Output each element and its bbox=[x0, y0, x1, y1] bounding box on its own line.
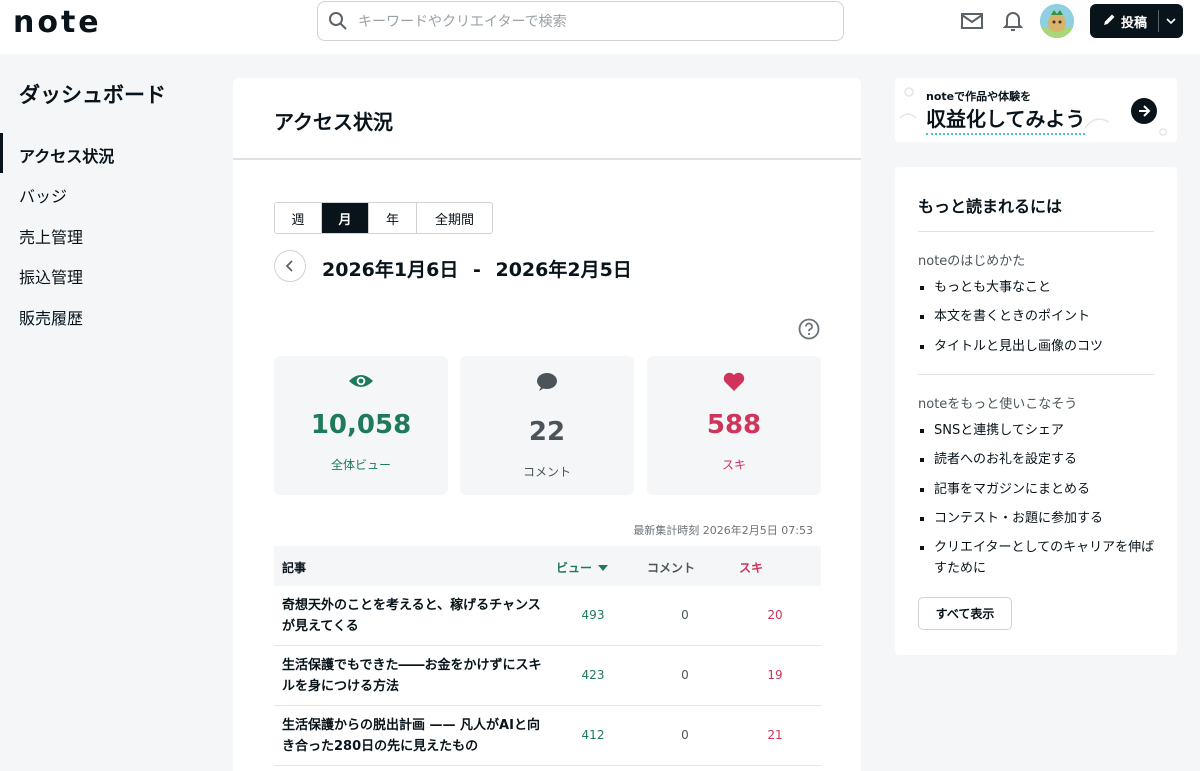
prev-period-button[interactable] bbox=[274, 250, 306, 282]
article-title[interactable]: 生活保護からの脱出計画 —— 凡人がAIと向き合った280日の先に見えたもの bbox=[282, 715, 544, 757]
sidebar-item-badge[interactable]: バッジ bbox=[19, 183, 67, 207]
comments-label: コメント bbox=[522, 465, 571, 479]
search-icon bbox=[318, 2, 358, 40]
col-article: 記事 bbox=[282, 561, 307, 575]
bell-icon[interactable] bbox=[1000, 8, 1026, 34]
table-row[interactable]: 奇想天外のことを考えると、稼げるチャンスが見えてくる 493 0 20 bbox=[274, 586, 821, 646]
section-getting-started: noteのはじめかた bbox=[918, 254, 1026, 269]
help-link[interactable]: 記事をマガジンにまとめる bbox=[918, 479, 1158, 500]
post-button[interactable]: 投稿 bbox=[1090, 4, 1183, 38]
article-likes: 20 bbox=[767, 608, 783, 622]
active-indicator bbox=[0, 133, 3, 173]
help-title: もっと読まれるには bbox=[918, 197, 1063, 216]
comment-icon bbox=[460, 372, 634, 392]
table-header: 記事 ビュー コメント スキ bbox=[274, 546, 821, 586]
dashboard-title: ダッシュボード bbox=[19, 83, 166, 107]
read-more-card: もっと読まれるには noteのはじめかた もっとも大事なこと 本文を書くときのポ… bbox=[895, 167, 1177, 655]
show-all-button[interactable]: すべて表示 bbox=[918, 597, 1012, 630]
chevron-left-icon bbox=[285, 260, 293, 272]
section-master: noteをもっと使いこなそう bbox=[918, 397, 1078, 412]
banner-small: noteで作品や体験を bbox=[926, 90, 1032, 103]
article-title[interactable]: 生活保護でもできた――お金をかけずにスキルを身につける方法 bbox=[282, 655, 544, 697]
help-link[interactable]: 本文を書くときのポイント bbox=[918, 306, 1158, 327]
col-comments[interactable]: コメント bbox=[647, 559, 695, 576]
banner-title: 収益化してみよう bbox=[926, 103, 1086, 135]
period-tabs: 週 月 年 全期間 bbox=[274, 202, 493, 234]
divider bbox=[233, 158, 861, 160]
help-link[interactable]: 読者へのお礼を設定する bbox=[918, 449, 1158, 470]
help-link[interactable]: コンテスト・お題に参加する bbox=[918, 508, 1158, 529]
access-card: アクセス状況 週 月 年 全期間 2026年1月6日 - 2026年2月5日 1… bbox=[233, 78, 861, 771]
post-label: 投稿 bbox=[1121, 15, 1148, 31]
sidebar-item-transfer[interactable]: 振込管理 bbox=[19, 264, 83, 288]
col-likes[interactable]: スキ bbox=[739, 559, 763, 576]
search-placeholder: キーワードやクリエイターで検索 bbox=[358, 14, 567, 30]
sidebar-item-history[interactable]: 販売履歴 bbox=[19, 305, 83, 329]
arrow-right-icon[interactable] bbox=[1131, 98, 1157, 124]
article-title[interactable]: 奇想天外のことを考えると、稼げるチャンスが見えてくる bbox=[282, 595, 544, 637]
help-link[interactable]: クリエイターとしてのキャリアを伸ばすために bbox=[918, 537, 1158, 579]
eye-icon bbox=[274, 372, 448, 390]
page-title: アクセス状況 bbox=[274, 110, 393, 134]
table-row[interactable]: 生活保護でもできた――お金をかけずにスキルを身につける方法 423 0 19 bbox=[274, 646, 821, 706]
heart-icon bbox=[647, 372, 821, 392]
updated-time: 最新集計時刻 2026年2月5日 07:53 bbox=[633, 524, 813, 537]
date-separator: - bbox=[472, 259, 481, 281]
article-likes: 19 bbox=[767, 668, 783, 682]
help-link[interactable]: タイトルと見出し画像のコツ bbox=[918, 336, 1158, 357]
top-header: note キーワードやクリエイターで検索 投稿 bbox=[0, 0, 1200, 54]
help-icon[interactable] bbox=[798, 318, 820, 340]
date-to: 2026年2月5日 bbox=[495, 259, 632, 281]
pencil-icon bbox=[1103, 13, 1116, 30]
date-range: 2026年1月6日 - 2026年2月5日 bbox=[322, 255, 632, 282]
article-comments: 0 bbox=[681, 668, 689, 682]
help-link[interactable]: もっとも大事なこと bbox=[918, 277, 1158, 298]
article-likes: 21 bbox=[767, 728, 783, 742]
search-input[interactable]: キーワードやクリエイターで検索 bbox=[317, 1, 844, 41]
date-from: 2026年1月6日 bbox=[322, 259, 459, 281]
chevron-down-icon[interactable] bbox=[1159, 17, 1183, 25]
stat-likes: 588 スキ bbox=[647, 356, 821, 495]
views-value: 10,058 bbox=[310, 410, 412, 440]
divider bbox=[918, 374, 1154, 375]
article-views: 423 bbox=[581, 668, 605, 682]
sidebar-item-access[interactable]: アクセス状況 bbox=[19, 143, 114, 167]
stat-views: 10,058 全体ビュー bbox=[274, 356, 448, 495]
monetize-banner[interactable]: noteで作品や体験を 収益化してみよう bbox=[895, 78, 1177, 142]
table-row[interactable]: 生活保護からの脱出計画 —— 凡人がAIと向き合った280日の先に見えたもの 4… bbox=[274, 706, 821, 766]
likes-label: スキ bbox=[721, 458, 746, 472]
tab-all[interactable]: 全期間 bbox=[417, 203, 492, 233]
views-label: 全体ビュー bbox=[330, 458, 391, 472]
divider bbox=[918, 231, 1154, 232]
sort-down-icon bbox=[598, 564, 609, 571]
mail-icon[interactable] bbox=[959, 8, 985, 34]
help-link[interactable]: SNSと連携してシェア bbox=[918, 420, 1158, 441]
sidebar-item-sales[interactable]: 売上管理 bbox=[19, 224, 83, 248]
note-logo[interactable]: note bbox=[13, 5, 102, 40]
article-views: 412 bbox=[581, 728, 605, 742]
comments-value: 22 bbox=[528, 417, 566, 447]
article-comments: 0 bbox=[681, 728, 689, 742]
tab-year[interactable]: 年 bbox=[369, 203, 417, 233]
col-views[interactable]: ビュー bbox=[556, 559, 609, 576]
tab-month[interactable]: 月 bbox=[322, 203, 369, 233]
col-views-label: ビュー bbox=[556, 561, 593, 575]
article-views: 493 bbox=[581, 608, 605, 622]
article-comments: 0 bbox=[681, 608, 689, 622]
post-main[interactable]: 投稿 bbox=[1090, 12, 1158, 31]
tab-week[interactable]: 週 bbox=[275, 203, 322, 233]
likes-value: 588 bbox=[706, 410, 762, 440]
avatar[interactable] bbox=[1040, 4, 1074, 38]
stat-comments: 22 コメント bbox=[460, 356, 634, 495]
